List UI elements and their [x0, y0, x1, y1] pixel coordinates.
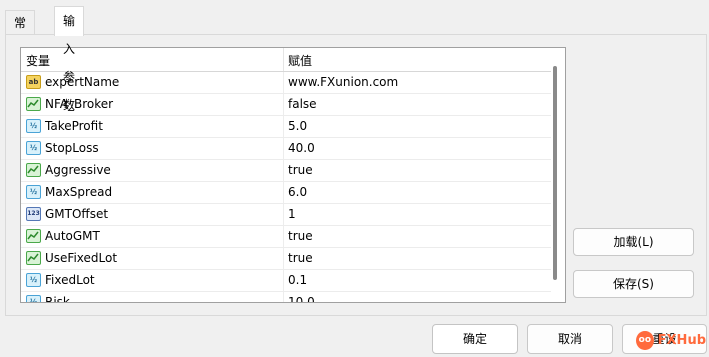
param-name: AutoGMT — [45, 229, 100, 243]
watermark-text: FXHub — [657, 332, 706, 348]
param-name: MaxSpread — [45, 185, 113, 199]
table-row[interactable]: AutoGMT true — [21, 226, 551, 248]
table-row[interactable]: ½ TakeProfit 5.0 — [21, 116, 551, 138]
param-value[interactable]: true — [288, 229, 313, 243]
param-name: Aggressive — [45, 163, 111, 177]
param-value[interactable]: 1 — [288, 207, 296, 221]
double-type-icon: ½ — [26, 295, 41, 302]
param-name: NFA_Broker — [45, 97, 114, 111]
bool-type-icon — [26, 229, 41, 243]
column-divider — [283, 204, 284, 225]
string-type-icon: ab — [26, 75, 41, 89]
column-divider — [283, 292, 284, 302]
vertical-scrollbar[interactable] — [553, 66, 557, 280]
column-divider — [283, 94, 284, 115]
table-row[interactable]: ½ MaxSpread 6.0 — [21, 182, 551, 204]
double-type-icon: ½ — [26, 119, 41, 133]
column-divider[interactable] — [283, 48, 284, 71]
int-type-icon: 123 — [26, 207, 41, 221]
watermark-logo: oo FXHub — [636, 329, 706, 351]
bool-type-icon — [26, 163, 41, 177]
ok-button[interactable]: 确定 — [432, 324, 518, 354]
param-name: expertName — [45, 75, 120, 89]
param-name: Risk — [45, 295, 70, 303]
table-row[interactable]: ½ FixedLot 0.1 — [21, 270, 551, 292]
tab-common[interactable]: 常用 — [5, 10, 36, 54]
cancel-button[interactable]: 取消 — [527, 324, 613, 354]
param-value[interactable]: 5.0 — [288, 119, 307, 133]
column-header-variable[interactable]: 变量 — [26, 52, 50, 69]
load-button[interactable]: 加载(L) — [573, 228, 694, 256]
bool-type-icon — [26, 251, 41, 265]
column-divider — [283, 72, 284, 93]
table-row[interactable]: UseFixedLot true — [21, 248, 551, 270]
column-divider — [283, 248, 284, 269]
param-value[interactable]: 10.0 — [288, 295, 315, 302]
param-value[interactable]: www.FXunion.com — [288, 75, 398, 89]
column-divider — [283, 116, 284, 137]
parameters-table[interactable]: 变量 赋值 ab expertName www.FXunion.com NFA_Bro… — [20, 47, 566, 303]
tab-input-params[interactable]: 输入参数 — [54, 6, 85, 112]
watermark-circle-icon: oo — [636, 330, 654, 350]
table-row[interactable]: ab expertName www.FXunion.com — [21, 72, 551, 94]
table-row[interactable]: ½ Risk 10.0 — [21, 292, 551, 303]
table-row[interactable]: Aggressive true — [21, 160, 551, 182]
column-divider — [283, 138, 284, 159]
param-name: FixedLot — [45, 273, 95, 287]
param-value[interactable]: 40.0 — [288, 141, 315, 155]
param-name: StopLoss — [45, 141, 99, 155]
save-button[interactable]: 保存(S) — [573, 270, 694, 298]
param-value[interactable]: true — [288, 251, 313, 265]
param-name: UseFixedLot — [45, 251, 118, 265]
column-divider — [283, 160, 284, 181]
param-value[interactable]: 6.0 — [288, 185, 307, 199]
table-body: ab expertName www.FXunion.com NFA_Broker fal… — [21, 72, 551, 303]
column-divider — [283, 226, 284, 247]
param-value[interactable]: 0.1 — [288, 273, 307, 287]
table-row[interactable]: 123 GMTOffset 1 — [21, 204, 551, 226]
param-name: GMTOffset — [45, 207, 109, 221]
column-header-value[interactable]: 赋值 — [288, 52, 312, 69]
param-name: TakeProfit — [45, 119, 103, 133]
column-divider — [283, 182, 284, 203]
param-value[interactable]: true — [288, 163, 313, 177]
table-header: 变量 赋值 — [21, 48, 551, 72]
double-type-icon: ½ — [26, 273, 41, 287]
bool-type-icon — [26, 97, 41, 111]
double-type-icon: ½ — [26, 141, 41, 155]
column-divider — [283, 270, 284, 291]
table-row[interactable]: NFA_Broker false — [21, 94, 551, 116]
table-row[interactable]: ½ StopLoss 40.0 — [21, 138, 551, 160]
param-value[interactable]: false — [288, 97, 317, 111]
double-type-icon: ½ — [26, 185, 41, 199]
